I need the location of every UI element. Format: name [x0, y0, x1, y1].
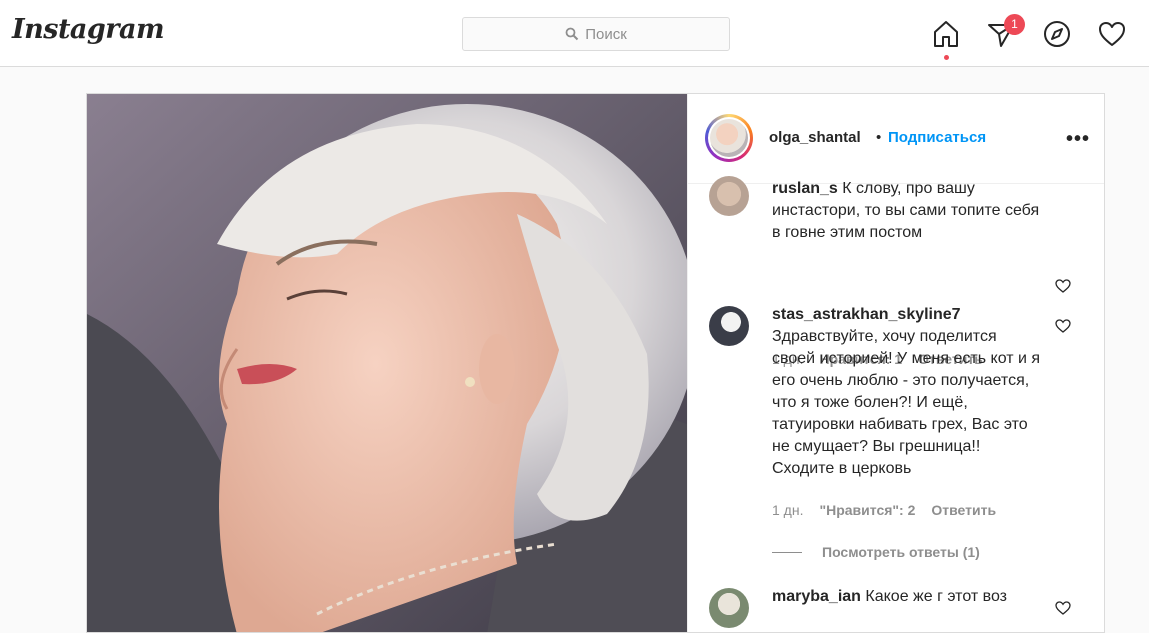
direct-badge: 1	[1004, 14, 1025, 35]
separator-dot: •	[876, 129, 882, 146]
comment-username[interactable]: maryba_ian	[772, 588, 861, 605]
post-sidebar: olga_shantal • Подписаться ••• ruslan_s …	[687, 94, 1104, 632]
comment-time[interactable]: 1 дн.	[772, 502, 803, 518]
comment-body: Здравствуйте, хочу поделится своей истор…	[772, 328, 1041, 477]
commenter-avatar[interactable]	[709, 176, 749, 216]
search-placeholder: Поиск	[585, 25, 627, 43]
comment-text: ruslan_s К слову, про вашу инстастори, т…	[772, 178, 1044, 244]
author-username[interactable]: olga_shantal	[769, 129, 861, 146]
follow-button[interactable]: Подписаться	[888, 129, 986, 146]
view-replies-button[interactable]: Посмотреть ответы (1)	[772, 544, 980, 560]
activity-heart-icon[interactable]	[1097, 19, 1127, 49]
comment-text: maryba_ian Какое же г этот воз	[772, 586, 1044, 608]
search-icon	[565, 27, 579, 41]
more-options-icon[interactable]: •••	[1066, 128, 1090, 151]
comment-reply-button[interactable]: Ответить	[931, 502, 996, 518]
home-icon[interactable]	[931, 19, 961, 49]
comment-likes[interactable]: "Нравится": 2	[819, 502, 915, 518]
post-header: olga_shantal • Подписаться •••	[688, 94, 1104, 184]
author-avatar[interactable]	[705, 114, 753, 162]
home-active-indicator	[944, 55, 949, 60]
post-photo[interactable]	[87, 94, 687, 632]
top-nav-bar: Instagram Поиск 1	[0, 0, 1149, 67]
commenter-avatar[interactable]	[709, 306, 749, 346]
replies-divider	[772, 551, 802, 553]
search-input[interactable]: Поиск	[462, 17, 730, 51]
commenter-avatar[interactable]	[709, 588, 749, 628]
comment-like-icon[interactable]	[1055, 278, 1071, 294]
comment-meta: 1 дн. "Нравится": 2 Ответить	[772, 502, 996, 518]
comment-body: Какое же г этот воз	[865, 588, 1008, 605]
post-card: olga_shantal • Подписаться ••• ruslan_s …	[86, 93, 1105, 633]
comment-text: stas_astrakhan_skyline7 Здравствуйте, хо…	[772, 304, 1044, 480]
comment-username[interactable]: ruslan_s	[772, 180, 838, 197]
explore-icon[interactable]	[1042, 19, 1072, 49]
comment-like-icon[interactable]	[1055, 318, 1071, 334]
comment-username[interactable]: stas_astrakhan_skyline7	[772, 306, 961, 323]
comment-like-icon[interactable]	[1055, 600, 1071, 616]
view-replies-label: Посмотреть ответы (1)	[822, 544, 980, 560]
instagram-logo[interactable]: Instagram	[12, 14, 165, 45]
